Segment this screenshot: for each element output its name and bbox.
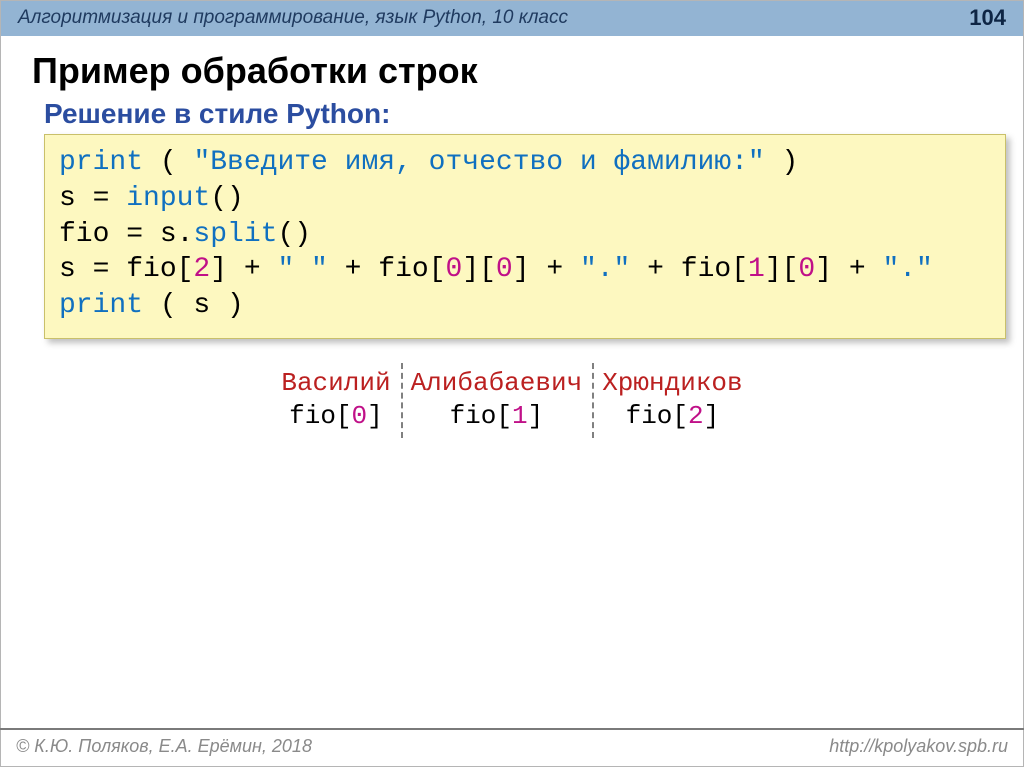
fio-diagram: Василий fio[0] Алибабаевич fio[1] Хрюнди…: [0, 367, 1024, 432]
code-line: print ( "Введите имя, отчество и фамилию…: [59, 145, 991, 181]
url-label: http://kpolyakov.spb.ru: [829, 736, 1008, 757]
course-label: Алгоритмизация и программирование, язык …: [18, 7, 568, 29]
code-line: s = fio[2] + " " + fio[0][0] + "." + fio…: [59, 252, 991, 288]
code-block: print ( "Введите имя, отчество и фамилию…: [44, 134, 1006, 339]
slide-title: Пример обработки строк: [0, 36, 1024, 98]
fio-name: Василий: [281, 367, 390, 400]
code-line: print ( s ): [59, 288, 991, 324]
fio-column: Василий fio[0]: [271, 367, 400, 432]
fio-column: Алибабаевич fio[1]: [401, 367, 593, 432]
code-line: s = input(): [59, 181, 991, 217]
slide-header: Алгоритмизация и программирование, язык …: [0, 0, 1024, 36]
fio-name: Хрюндиков: [602, 367, 742, 400]
fio-var: fio[0]: [281, 400, 390, 433]
fio-var: fio[2]: [602, 400, 742, 433]
slide-number: 104: [969, 5, 1006, 31]
fio-column: Хрюндиков fio[2]: [592, 367, 752, 432]
fio-var: fio[1]: [411, 400, 583, 433]
copyright: © К.Ю. Поляков, Е.А. Ерёмин, 2018: [16, 736, 312, 757]
slide-subtitle: Решение в стиле Python:: [0, 98, 1024, 134]
fio-name: Алибабаевич: [411, 367, 583, 400]
slide-footer: © К.Ю. Поляков, Е.А. Ерёмин, 2018 http:/…: [0, 728, 1024, 767]
code-line: fio = s.split(): [59, 217, 991, 253]
